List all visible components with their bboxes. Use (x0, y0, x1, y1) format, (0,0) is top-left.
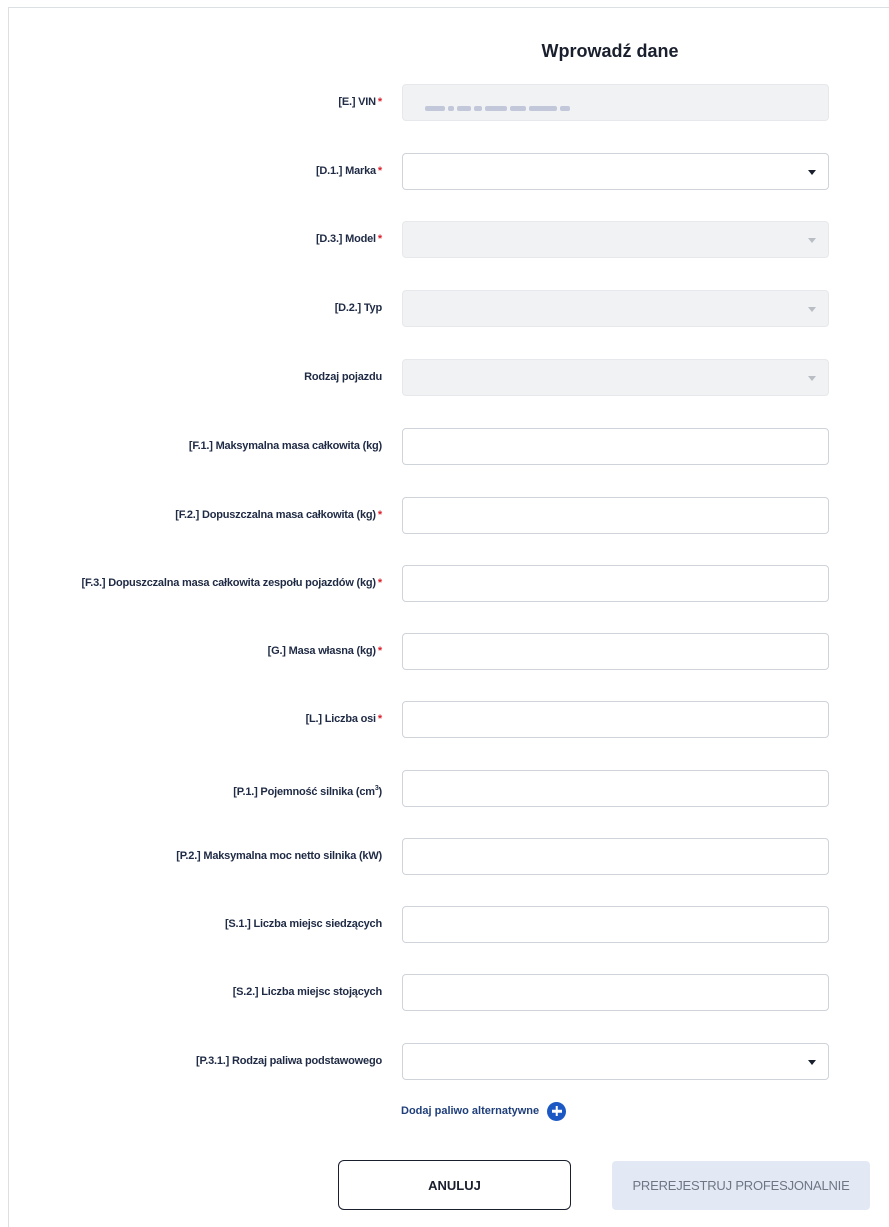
typ-select[interactable] (402, 290, 829, 327)
p1-input[interactable] (403, 771, 828, 806)
g-input[interactable] (403, 634, 828, 669)
p2-input[interactable] (403, 839, 828, 874)
p31-label: [P.3.1.] Rodzaj paliwa podstawowego (196, 1055, 382, 1067)
typ-label: [D.2.] Typ (334, 302, 382, 314)
l-label: [L.] Liczba osi * (305, 713, 383, 725)
form-row-g: [G.] Masa własna (kg) * (0, 633, 889, 670)
required-marker: * (377, 233, 382, 245)
form-row-s1: [S.1.] Liczba miejsc siedzących (0, 906, 889, 943)
required-marker: * (377, 165, 382, 177)
chevron-down-icon (808, 376, 816, 381)
form-row-f1: [F.1.] Maksymalna masa całkowita (kg) (0, 428, 889, 465)
s1-input[interactable] (403, 907, 828, 942)
chevron-down-icon[interactable] (808, 170, 816, 175)
p31-select[interactable] (402, 1043, 829, 1080)
form-row-f2: [F.2.] Dopuszczalna masa całkowita (kg) * (0, 497, 889, 534)
add-alt-fuel-link[interactable]: Dodaj paliwo alternatywne (401, 1101, 567, 1121)
form-row-s2: [S.2.] Liczba miejsc stojących (0, 974, 889, 1011)
f3-input-wrapper (402, 565, 829, 602)
f2-input[interactable] (403, 498, 828, 533)
form-row-p31: [P.3.1.] Rodzaj paliwa podstawowego (0, 1043, 889, 1080)
g-label: [G.] Masa własna (kg) * (267, 645, 383, 657)
p2-label: [P.2.] Maksymalna moc netto silnika (kW) (176, 850, 382, 862)
chevron-down-icon (808, 238, 816, 243)
p1-input-wrapper (402, 770, 829, 807)
add-alt-fuel-label[interactable]: Dodaj paliwo alternatywne (401, 1105, 539, 1117)
f2-label: [F.2.] Dopuszczalna masa całkowita (kg) * (175, 509, 382, 521)
chevron-down-icon[interactable] (808, 1060, 816, 1065)
submit-button[interactable]: PREREJESTRUJ PROFESJONALNIE (612, 1161, 870, 1210)
p1-label: [P.1.] Pojemność silnika (cm3) (233, 785, 382, 798)
form-row-p1: [P.1.] Pojemność silnika (cm3) (0, 770, 889, 807)
form-row-vin: [E.] VIN * (0, 84, 889, 121)
f1-label: [F.1.] Maksymalna masa całkowita (kg) (188, 440, 382, 452)
page-title: Wprowadź dane (541, 41, 679, 61)
s2-input[interactable] (403, 975, 828, 1010)
f1-input-wrapper (402, 428, 829, 465)
rodzaj-pojazdu-label: Rodzaj pojazdu (304, 371, 382, 383)
s1-input-wrapper (402, 906, 829, 943)
form-row-l: [L.] Liczba osi * (0, 701, 889, 738)
model-select[interactable] (402, 221, 829, 258)
required-marker: * (377, 96, 382, 108)
form-row-f3: [F.3.] Dopuszczalna masa całkowita zespo… (0, 565, 889, 602)
f1-input[interactable] (403, 429, 828, 464)
required-marker: * (377, 509, 382, 521)
form-row-marka: [D.1.] Marka * (0, 153, 889, 190)
vin-label: [E.] VIN * (338, 96, 382, 108)
s2-input-wrapper (402, 974, 829, 1011)
required-marker: * (377, 577, 382, 589)
required-marker: * (377, 645, 382, 657)
form-row-typ: [D.2.] Typ (0, 290, 889, 327)
form-row-rodzaj-pojazdu: Rodzaj pojazdu (0, 359, 889, 396)
g-input-wrapper (402, 633, 829, 670)
l-input-wrapper (402, 701, 829, 738)
s1-label: [S.1.] Liczba miejsc siedzących (224, 918, 382, 930)
f3-label: [F.3.] Dopuszczalna masa całkowita zespo… (81, 577, 382, 589)
rodzaj-pojazdu-select[interactable] (402, 359, 829, 396)
plus-circle-icon[interactable] (547, 1101, 567, 1121)
model-label: [D.3.] Model * (315, 233, 382, 245)
form-row-p2: [P.2.] Maksymalna moc netto silnika (kW) (0, 838, 889, 875)
l-input[interactable] (403, 702, 828, 737)
s2-label: [S.2.] Liczba miejsc stojących (232, 986, 382, 998)
form-row-model: [D.3.] Model * (0, 221, 889, 258)
vin-value-obscured (425, 100, 605, 112)
f2-input-wrapper (402, 497, 829, 534)
cancel-button[interactable]: ANULUJ (338, 1160, 571, 1210)
chevron-down-icon (808, 307, 816, 312)
required-marker: * (377, 713, 382, 725)
vin-field[interactable] (402, 84, 829, 121)
f3-input[interactable] (403, 566, 828, 601)
p2-input-wrapper (402, 838, 829, 875)
marka-label: [D.1.] Marka * (315, 165, 382, 177)
marka-select[interactable] (402, 153, 829, 190)
